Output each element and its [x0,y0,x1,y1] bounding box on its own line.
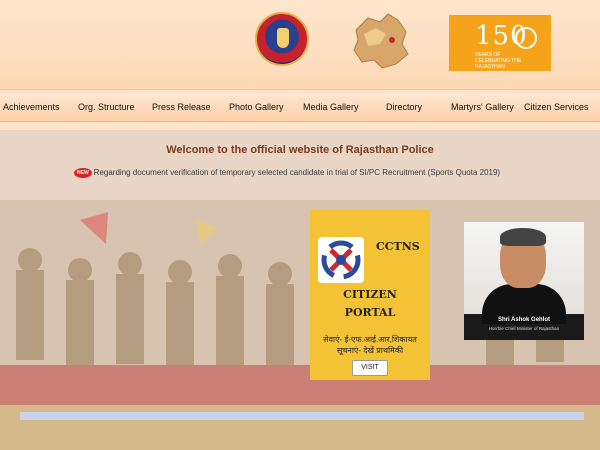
main-content: Welcome to the official website of Rajas… [0,130,600,450]
150-years-logo[interactable]: 150 YEARS OF CELEBRATING THE RAJASTHAN [449,15,551,71]
cctns-citizen-label: CITIZEN [343,288,397,301]
new-badge: NEW [74,168,92,178]
nav-martyrs-gallery[interactable]: Martyrs' Gallery [451,102,514,112]
nav-citizen-services[interactable]: Citizen Services [524,102,589,112]
nav-achievements[interactable]: Achievements [3,102,60,112]
site-header: 150 YEARS OF CELEBRATING THE RAJASTHAN [0,0,600,90]
cctns-logo-icon [318,237,364,283]
badge-icon [277,28,289,48]
ticker-text[interactable]: Regarding document verification of tempo… [94,168,500,177]
chief-minister-card[interactable]: Shri Ashok Gehlot Hon'ble Chief Minister… [464,222,584,340]
nav-org-structure[interactable]: Org. Structure [78,102,135,112]
news-ticker[interactable]: NEW Regarding document verification of te… [74,168,500,178]
cctns-hindi-line2: सूचनाएं- देखें प्राथमिकी [336,346,404,355]
cm-name: Shri Ashok Gehlot [497,317,551,323]
nav-press-release[interactable]: Press Release [152,102,211,112]
rajasthan-map-logo[interactable] [346,10,414,72]
cctns-title: CCTNS [376,240,420,253]
cctns-hindi-description: सेवाएं- ई-एफ.आई.आर,शिकायत सूचनाएं- देखें… [314,334,426,356]
cm-hair [500,228,546,246]
visit-button[interactable]: VISIT [352,360,388,376]
welcome-heading: Welcome to the official website of Rajas… [166,144,434,156]
cm-role: Hon'ble Chief Minister of Rajasthan [488,326,560,331]
main-nav: Achievements Org. Structure Press Releas… [0,94,600,122]
police-emblem-logo[interactable] [255,12,309,66]
wheel-icon [515,27,537,49]
horizontal-divider-bar [20,412,584,420]
nav-media-gallery[interactable]: Media Gallery [303,102,359,112]
cm-photo [464,222,584,324]
logo-150-caption: YEARS OF CELEBRATING THE RAJASTHAN [475,52,522,70]
cctns-portal-label: PORTAL [344,306,396,319]
nav-photo-gallery[interactable]: Photo Gallery [229,102,284,112]
cctns-hindi-line1: सेवाएं- ई-एफ.आई.आर,शिकायत [323,335,417,344]
nav-directory[interactable]: Directory [386,102,422,112]
cctns-citizen-portal-card[interactable]: CCTNS CITIZEN PORTAL सेवाएं- ई-एफ.आई.आर,… [310,210,430,380]
